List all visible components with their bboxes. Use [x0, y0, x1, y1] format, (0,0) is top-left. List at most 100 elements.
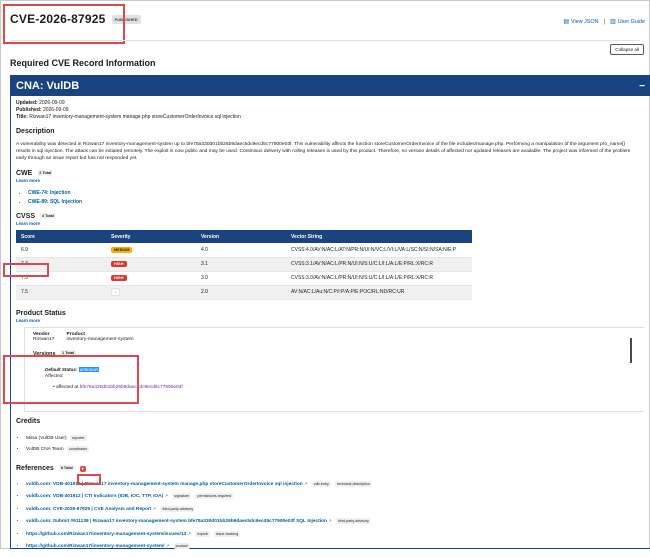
cna-title: CNA: VulDB: [16, 80, 80, 92]
scrollbar-thumb[interactable]: [630, 337, 632, 363]
severity-badge: HIGH: [111, 261, 127, 267]
product-columns: Vendor Rizwan17 Product inventory-manage…: [33, 332, 636, 342]
cwe-item[interactable]: CWE-89: SQL Injection: [28, 198, 645, 207]
cell-vector: CVSS:3.1/AV:N/AC:L/PR:N/UI:N/S:U/C:L/I:L…: [286, 257, 472, 272]
reference-item: vuldb.com: VDB-401912 | CTI Indicators (…: [26, 490, 645, 503]
reference-item: vuldb.com: VDB-401912 | Rizwan17 invento…: [26, 478, 645, 491]
cell-vector: AV:N/AC:L/Au:N/C:P/I:P/A:P/E:POC/RL:ND/R…: [286, 285, 472, 300]
view-json-label: View JSON: [571, 18, 599, 25]
reference-tag: signature: [172, 493, 192, 499]
cell-vector: CVSS:3.0/AV:N/AC:L/PR:N/UI:N/S:U/C:L/I:L…: [286, 271, 472, 286]
description-text: A vulnerability was detected in Rizwan17…: [16, 142, 631, 161]
reference-item: https://github.com/Rizwan17/inventory-ma…: [26, 540, 645, 553]
reference-link[interactable]: vuldb.com: VDB-401912 | Rizwan17 invento…: [26, 482, 303, 487]
external-link-icon: ↗: [152, 505, 157, 511]
references-toggle[interactable]: ▾: [79, 465, 86, 472]
cwe-learn-more-link[interactable]: Learn more: [16, 178, 645, 183]
published-value: 2026-09-09: [42, 107, 69, 113]
reference-tag: vdb-entry: [311, 480, 331, 487]
references-heading-row: References 8 Total ▾: [16, 465, 645, 472]
view-json-link[interactable]: ▤ View JSON: [563, 18, 599, 26]
table-row: 7.5 - 2.0 AV:N/AC:L/Au:N/C:P/I:P/A:P/E:P…: [16, 285, 472, 300]
col-vector: Vector String: [286, 230, 472, 243]
vendor-value: Rizwan17: [33, 336, 55, 342]
cvss-header-row: Score Severity Version Vector String: [16, 230, 472, 243]
user-guide-label: User Guide: [617, 18, 645, 25]
reference-link[interactable]: vuldb.com: CVE-2026-87925 | CVE Analysis…: [26, 507, 151, 512]
affected-at-item: • affected at bfe78a330d01bb26b9daec5dc9…: [53, 384, 183, 390]
vendor-col: Vendor Rizwan17: [33, 332, 54, 342]
cell-vector: CVSS:4.0/AV:N/AC:L/AT:N/PR:N/UI:N/VC:L/V…: [286, 243, 472, 258]
cell-version: 3.1: [196, 257, 286, 272]
references-count-badge: 8 Total: [58, 464, 75, 471]
external-link-icon: ↗: [164, 493, 168, 498]
collapse-all-button[interactable]: Collapse all: [610, 44, 644, 55]
col-severity: Severity: [106, 230, 196, 243]
table-row: 7.3 HIGH 3.0 CVSS:3.0/AV:N/AC:L/PR:N/UI:…: [16, 271, 472, 286]
severity-badge: HIGH: [111, 275, 127, 281]
cell-severity: MEDIUM: [106, 243, 196, 258]
credits-heading: Credits: [16, 417, 41, 425]
credit-item: VulDB CNA Team coordinator: [26, 444, 645, 455]
references-list: vuldb.com: VDB-401912 | Rizwan17 invento…: [16, 478, 645, 553]
reference-link[interactable]: https://github.com/Rizwan17/inventory-ma…: [26, 544, 165, 549]
reference-item: vuldb.com: CVE-2026-87925 | CVE Analysis…: [26, 503, 645, 516]
product-status-learn-more-link[interactable]: Learn more: [16, 318, 645, 323]
reference-tag: product: [173, 543, 190, 549]
reference-item: vuldb.com: Submit #911138 | Rizwan17 inv…: [26, 515, 645, 528]
title-value: Rizwan17 inventory-management-system man…: [29, 114, 241, 120]
cvss-learn-more-link[interactable]: Learn more: [16, 221, 645, 226]
published-label: Published:: [16, 107, 42, 113]
published-line: Published: 2026-09-09: [16, 107, 645, 114]
cell-version: 4.0: [196, 243, 286, 258]
product-value: inventory-management-system: [66, 336, 134, 342]
col-version: Version: [196, 230, 286, 243]
cvss-heading-row: CVSS 4 Total: [16, 213, 645, 220]
reference-link[interactable]: vuldb.com: Submit #911138 | Rizwan17 inv…: [26, 519, 327, 524]
cell-version: 3.0: [196, 271, 286, 286]
reference-link[interactable]: vuldb.com: VDB-401912 | CTI Indicators (…: [26, 494, 163, 499]
external-link-icon: ↗: [187, 530, 191, 536]
cwe-item[interactable]: CWE-74: Injection: [28, 189, 645, 198]
updated-label: Updated:: [16, 100, 38, 106]
external-link-icon: ↗: [328, 518, 332, 523]
severity-badge: -: [111, 288, 121, 296]
cna-panel: CNA: VulDB − Updated: 2026-09-09 Publish…: [10, 75, 650, 549]
cna-panel-header[interactable]: CNA: VulDB −: [11, 76, 650, 96]
reference-link[interactable]: https://github.com/Rizwan17/inventory-ma…: [26, 532, 186, 537]
credit-item: Miisa (VulDB User) reporter: [26, 433, 645, 444]
highlight-box-references: [77, 474, 101, 485]
product-status-heading: Product Status: [16, 309, 66, 317]
title-label: Title:: [16, 114, 28, 120]
credit-name: VulDB CNA Team: [26, 446, 64, 452]
cvss-heading: CVSS: [16, 213, 36, 220]
reference-tag: third-party-advisory: [335, 518, 371, 524]
col-score: Score: [16, 230, 106, 243]
json-icon: ▤: [563, 19, 570, 25]
severity-badge: MEDIUM: [111, 246, 133, 253]
cell-severity: HIGH: [106, 257, 196, 272]
highlight-box-score: [3, 263, 49, 277]
reference-tag: issue-tracking: [213, 530, 241, 537]
cvss-table: Score Severity Version Vector String 6.9…: [16, 230, 472, 300]
external-link-icon: ↗: [165, 543, 170, 548]
collapse-icon[interactable]: −: [639, 81, 645, 92]
cwe-heading-row: CWE 2 Total: [16, 170, 645, 177]
cwe-heading: CWE: [16, 170, 33, 177]
user-guide-link[interactable]: ▥ User Guide: [610, 18, 645, 26]
title-line: Title: Rizwan17 inventory-management-sys…: [16, 114, 645, 121]
credits-list: Miisa (VulDB User) reporter VulDB CNA Te…: [16, 433, 645, 455]
table-row: 7.3 HIGH 3.1 CVSS:3.1/AV:N/AC:L/PR:N/UI:…: [16, 257, 472, 272]
product-col: Product inventory-management-system: [66, 332, 133, 342]
references-heading: References: [16, 464, 54, 472]
credit-role-badge: reporter: [69, 434, 87, 441]
required-info-title: Required CVE Record Information: [10, 58, 156, 68]
link-separator: |: [603, 18, 606, 25]
header-divider: [10, 40, 640, 41]
reference-tag: technical-description: [335, 480, 372, 487]
cwe-count-badge: 2 Total: [37, 170, 54, 177]
highlight-box-cve-id: [3, 4, 125, 44]
credit-role-badge: coordinator: [66, 445, 89, 452]
credit-name: Miisa (VulDB User): [26, 435, 67, 441]
cvss-count-badge: 4 Total: [40, 213, 56, 220]
